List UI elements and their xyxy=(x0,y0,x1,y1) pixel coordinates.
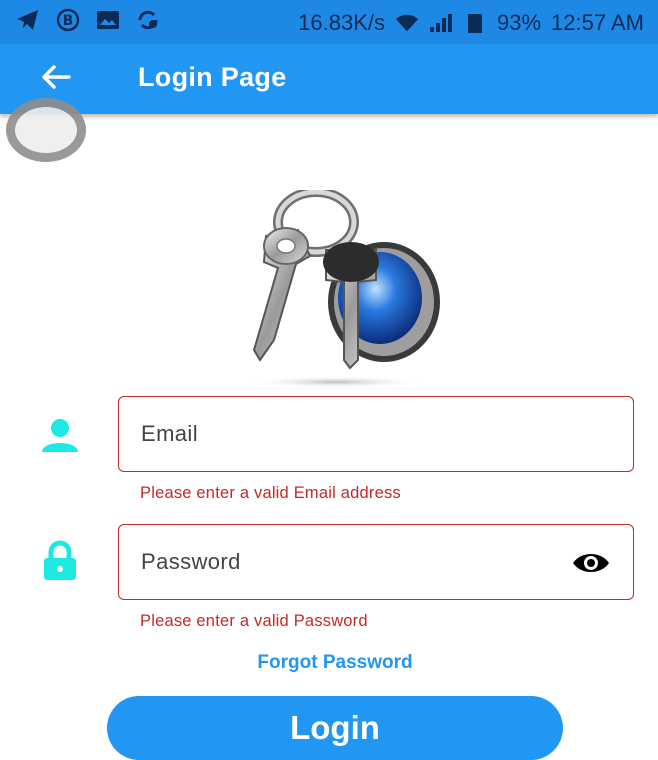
email-error: Please enter a valid Email address xyxy=(140,484,401,502)
email-placeholder: Email xyxy=(141,421,199,446)
sync-icon xyxy=(136,8,160,32)
app-bar: Login Page xyxy=(0,44,658,114)
telegram-icon xyxy=(16,8,40,32)
back-button[interactable] xyxy=(36,62,76,96)
wifi-icon xyxy=(395,11,419,35)
page-title: Login Page xyxy=(138,62,287,92)
password-error: Please enter a valid Password xyxy=(140,612,368,630)
b-icon: B xyxy=(56,8,80,32)
touch-indicator xyxy=(6,98,86,162)
back-arrow-icon xyxy=(41,64,71,95)
forgot-password-label: Forgot Password xyxy=(257,652,413,673)
clock: 12:57 AM xyxy=(551,10,644,35)
svg-text:B: B xyxy=(63,13,74,29)
keys-logo xyxy=(226,187,452,390)
password-field[interactable]: Password xyxy=(118,524,634,600)
forgot-password-link[interactable]: Forgot Password xyxy=(0,652,658,674)
person-icon xyxy=(40,418,80,458)
battery-percent: 93% xyxy=(497,10,542,35)
login-button-label: Login xyxy=(290,709,380,746)
login-button[interactable]: Login xyxy=(107,696,563,760)
eye-icon[interactable] xyxy=(571,549,611,577)
image-icon xyxy=(96,8,120,32)
lock-icon xyxy=(40,540,80,580)
status-bar: B 16.83K/s 93% 12:57 AM xyxy=(0,0,658,44)
network-speed: 16.83K/s xyxy=(298,10,385,35)
status-icons-right: 16.83K/s 93% 12:57 AM xyxy=(298,10,644,36)
password-placeholder: Password xyxy=(141,549,241,574)
status-icons-left: B xyxy=(16,8,160,32)
email-field[interactable]: Email xyxy=(118,396,634,472)
signal-icon xyxy=(429,11,453,35)
battery-icon xyxy=(463,11,487,35)
